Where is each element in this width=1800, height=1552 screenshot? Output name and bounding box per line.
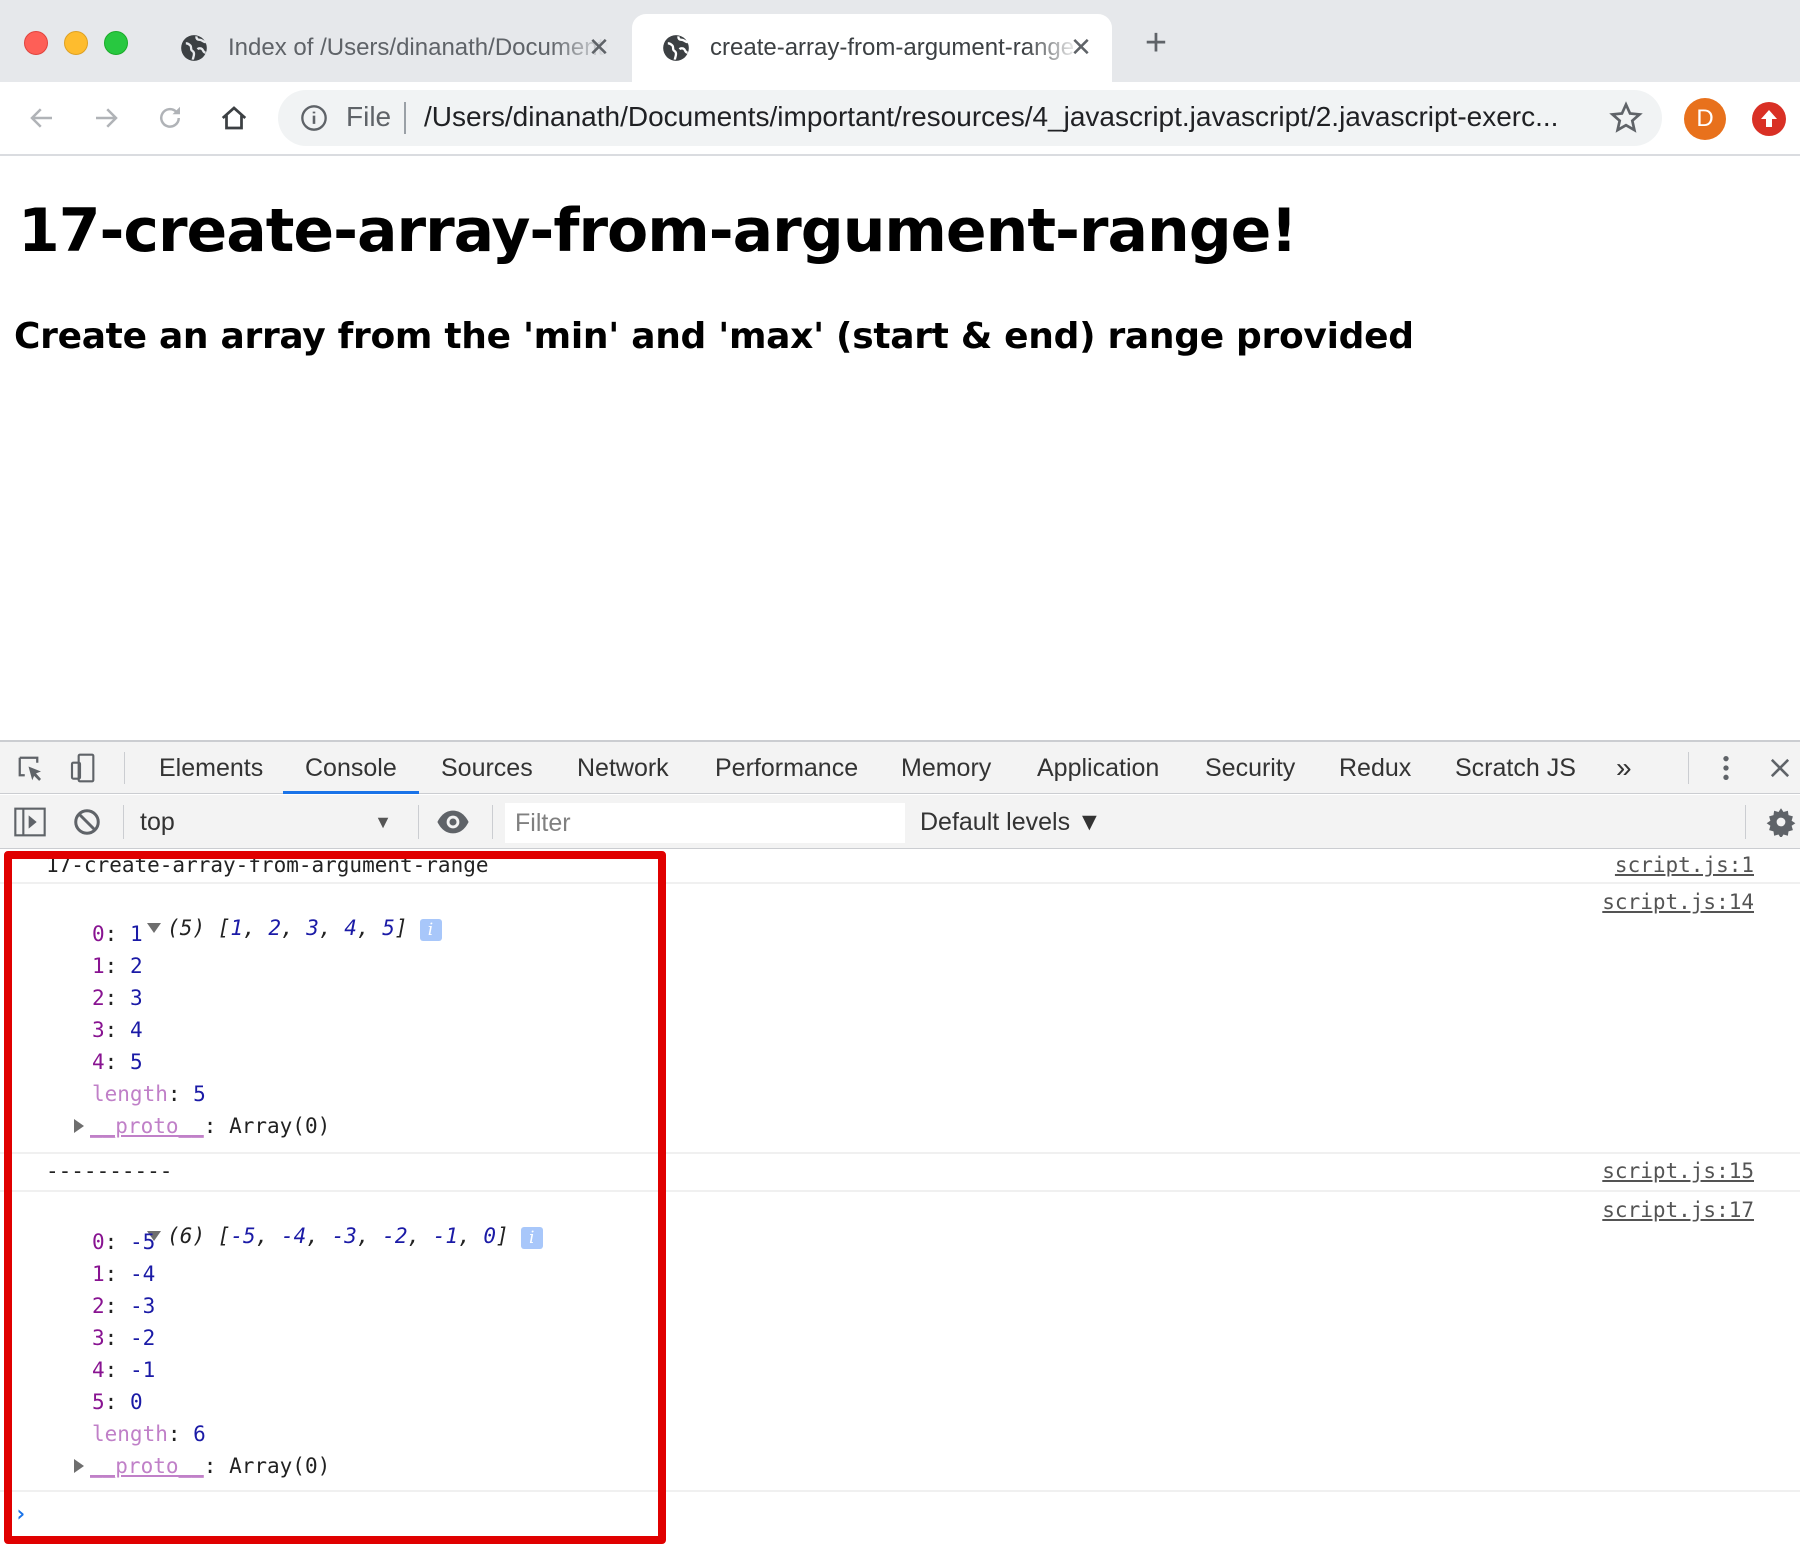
log-levels-dropdown[interactable]: Default levels ▼ [920, 795, 1102, 849]
array-entry: 3: -2 [92, 1326, 156, 1350]
sidebar-toggle-icon[interactable] [14, 807, 46, 837]
console-output: 17-create-array-from-argument-range scri… [0, 850, 1800, 1552]
array-entry: 0: -5 [92, 1230, 156, 1254]
devtools-tab-console[interactable]: Console [283, 742, 419, 794]
arrow-left-icon [30, 108, 52, 128]
globe-icon [663, 35, 689, 61]
log-text: 17-create-array-from-argument-range [46, 853, 489, 877]
array-entry: 1: 2 [92, 954, 143, 978]
tab-close-icon[interactable]: ✕ [586, 34, 612, 60]
divider [124, 752, 125, 784]
devtools-tab-memory[interactable]: Memory [901, 742, 991, 794]
tab-title: create-array-from-argument-range [710, 34, 1075, 61]
info-icon[interactable] [300, 104, 328, 132]
array-entry: 2: -3 [92, 1294, 156, 1318]
profile-avatar[interactable]: D [1684, 98, 1726, 140]
close-devtools-icon[interactable] [1766, 754, 1794, 782]
window-zoom-button[interactable] [104, 31, 128, 55]
back-button[interactable] [22, 98, 62, 138]
page-subtitle: Create an array from the 'min' and 'max'… [14, 316, 1414, 357]
forward-button[interactable] [86, 98, 126, 138]
console-toolbar: top ▼ Default levels ▼ [0, 795, 1800, 849]
divider [418, 805, 419, 839]
source-link[interactable]: script.js:15 [1602, 1159, 1754, 1183]
array-entry: 5: 0 [92, 1390, 143, 1414]
console-filter-input[interactable] [505, 803, 905, 843]
divider [1745, 805, 1746, 839]
devtools-tab-elements[interactable]: Elements [159, 742, 263, 794]
devtools-panel: Elements Console Sources Network Perform… [0, 740, 1800, 1550]
extension-upload-icon[interactable] [1752, 102, 1786, 136]
device-toolbar-icon[interactable] [68, 752, 100, 784]
scheme-label: File [346, 101, 392, 132]
devtools-tab-redux[interactable]: Redux [1339, 742, 1411, 794]
array-entry: 0: 1 [92, 922, 143, 946]
devtools-tab-application[interactable]: Application [1037, 742, 1159, 794]
browser-toolbar: File /Users/dinanath/Documents/important… [0, 82, 1800, 156]
browser-tab-index[interactable]: Index of /Users/dinanath/Documents ✕ [150, 14, 630, 82]
array-entry: 1: -4 [92, 1262, 156, 1286]
dropdown-arrow-icon: ▼ [374, 812, 392, 832]
url-text[interactable]: /Users/dinanath/Documents/important/reso… [424, 101, 1558, 133]
info-icon[interactable]: i [520, 1227, 543, 1249]
tab-title: Index of /Users/dinanath/Documents [228, 34, 608, 61]
prompt-chevron-icon: › [14, 1502, 28, 1527]
array-entry: 4: -1 [92, 1358, 156, 1382]
globe-icon [181, 35, 207, 61]
browser-tab-active[interactable]: create-array-from-argument-range ✕ [632, 14, 1112, 82]
array-length: length: 5 [92, 1082, 206, 1106]
devtools-tab-scratch-js[interactable]: Scratch JS [1455, 742, 1576, 794]
tab-strip: Index of /Users/dinanath/Documents ✕ cre… [0, 0, 1800, 82]
window-minimize-button[interactable] [64, 31, 88, 55]
new-tab-button[interactable]: + [1140, 24, 1172, 62]
console-prompt-row[interactable]: › [0, 1492, 1800, 1542]
array-entry: 4: 5 [92, 1050, 143, 1074]
page-title: 17-create-array-from-argument-range! [18, 196, 1298, 266]
kebab-menu-icon[interactable] [1714, 752, 1738, 784]
devtools-tab-bar: Elements Console Sources Network Perform… [0, 742, 1800, 794]
console-message: 17-create-array-from-argument-range scri… [0, 850, 1800, 884]
console-message: ---------- script.js:15 [0, 1154, 1800, 1192]
inspect-element-icon[interactable] [16, 754, 46, 784]
divider [1688, 752, 1689, 784]
reload-button[interactable] [150, 98, 190, 138]
log-text: ---------- [46, 1159, 173, 1183]
source-link[interactable]: script.js:17 [1602, 1198, 1754, 1222]
window-close-button[interactable] [24, 31, 48, 55]
source-link[interactable]: script.js:1 [1615, 853, 1754, 877]
source-link[interactable]: script.js:14 [1602, 890, 1754, 914]
live-expression-eye-icon[interactable] [436, 807, 470, 837]
expand-toggle-icon[interactable] [74, 1119, 84, 1133]
tab-close-icon[interactable]: ✕ [1068, 34, 1094, 60]
context-value: top [140, 808, 175, 836]
devtools-tab-performance[interactable]: Performance [715, 742, 858, 794]
context-select[interactable]: top ▼ [140, 795, 402, 849]
info-icon[interactable]: i [419, 919, 442, 941]
more-tabs-button[interactable]: » [1616, 742, 1632, 794]
array-proto[interactable]: __proto__: Array(0) [74, 1454, 330, 1478]
devtools-tab-network[interactable]: Network [577, 742, 669, 794]
home-button[interactable] [214, 98, 254, 138]
devtools-tab-security[interactable]: Security [1205, 742, 1295, 794]
expand-toggle-icon[interactable] [147, 923, 162, 933]
reload-icon [160, 106, 180, 128]
console-message: (6) [-5, -4, -3, -2, -1, 0] i 0: -5 1: -4… [0, 1192, 1800, 1492]
arrow-right-icon [96, 108, 118, 128]
array-entry: 2: 3 [92, 986, 143, 1010]
bookmark-star-icon[interactable] [1608, 100, 1644, 136]
omnibox-separator [404, 102, 406, 134]
arrow-up-icon [1761, 110, 1777, 127]
home-icon [221, 106, 247, 130]
array-entry: 3: 4 [92, 1018, 143, 1042]
divider [492, 805, 493, 839]
console-message: (5) [1, 2, 3, 4, 5] i 0: 1 1: 2 2: 3 3: 4… [0, 884, 1800, 1154]
array-proto[interactable]: __proto__: Array(0) [74, 1114, 330, 1138]
devtools-tab-sources[interactable]: Sources [441, 742, 533, 794]
array-length: length: 6 [92, 1422, 206, 1446]
clear-console-icon[interactable] [72, 807, 102, 837]
address-bar[interactable]: File /Users/dinanath/Documents/important… [278, 90, 1662, 146]
settings-gear-icon[interactable] [1766, 807, 1796, 837]
expand-toggle-icon[interactable] [74, 1459, 84, 1473]
divider [123, 805, 124, 839]
